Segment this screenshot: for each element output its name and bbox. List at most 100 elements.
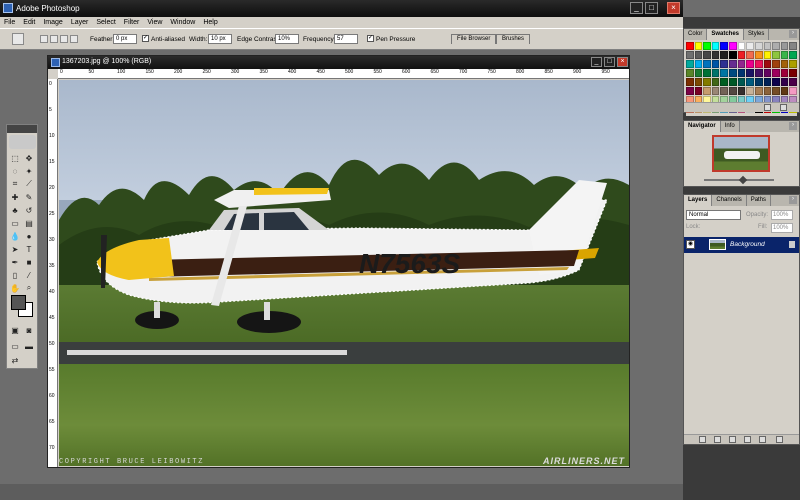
- color-swatch[interactable]: [754, 60, 763, 68]
- hand-tool-icon[interactable]: ✋: [10, 283, 20, 293]
- color-swatch[interactable]: [711, 69, 720, 77]
- move-tool-icon[interactable]: ✥: [24, 153, 34, 163]
- color-swatch[interactable]: [686, 60, 694, 68]
- subtract-selection-icon[interactable]: [60, 35, 68, 43]
- horizontal-ruler[interactable]: 0 50 100 150 200 250 300 350 400 450 500 550 600 650 7…: [58, 69, 629, 79]
- color-swatch[interactable]: [703, 69, 711, 77]
- color-swatch[interactable]: [789, 60, 797, 68]
- color-swatch[interactable]: [780, 69, 789, 77]
- color-swatch[interactable]: [763, 42, 772, 50]
- width-input[interactable]: 10 px: [208, 34, 232, 44]
- color-swatch[interactable]: [729, 78, 737, 86]
- visibility-eye-icon[interactable]: ◉: [686, 240, 695, 249]
- feather-input[interactable]: 0 px: [113, 34, 137, 44]
- color-swatch[interactable]: [694, 78, 703, 86]
- eyedropper-tool-icon[interactable]: ⁄: [24, 270, 34, 280]
- brush-tool-icon[interactable]: ✎: [24, 192, 34, 202]
- color-swatch[interactable]: [703, 42, 711, 50]
- document-close-button[interactable]: ×: [617, 57, 628, 67]
- color-swatch[interactable]: [729, 42, 737, 50]
- type-tool-icon[interactable]: T: [24, 244, 34, 254]
- clone-stamp-tool-icon[interactable]: ♣: [10, 205, 20, 215]
- image-canvas[interactable]: N7563S COPYRIGHT BRUCE LEIBOWITZ AIRLINE…: [59, 80, 629, 466]
- tab-swatches[interactable]: Swatches: [707, 29, 745, 40]
- color-swatch[interactable]: [694, 60, 703, 68]
- slice-tool-icon[interactable]: ⟋: [24, 179, 34, 189]
- color-swatch[interactable]: [703, 60, 711, 68]
- color-swatch[interactable]: [720, 51, 729, 59]
- color-swatch[interactable]: [720, 78, 729, 86]
- pen-pressure-checkbox[interactable]: ✓: [367, 35, 374, 42]
- color-swatch[interactable]: [686, 78, 694, 86]
- color-swatch[interactable]: [763, 87, 772, 95]
- color-swatch[interactable]: [737, 60, 746, 68]
- adjustment-layer-icon[interactable]: [744, 436, 751, 443]
- color-swatch[interactable]: [789, 87, 797, 95]
- blur-tool-icon[interactable]: 💧: [10, 231, 20, 241]
- color-swatch[interactable]: [746, 42, 754, 50]
- color-swatch[interactable]: [686, 51, 694, 59]
- color-swatch[interactable]: [737, 51, 746, 59]
- color-swatch[interactable]: [789, 51, 797, 59]
- color-swatch[interactable]: [754, 42, 763, 50]
- color-swatch[interactable]: [772, 60, 780, 68]
- menu-filter[interactable]: Filter: [124, 19, 140, 26]
- color-swatch[interactable]: [729, 87, 737, 95]
- color-swatch[interactable]: [772, 42, 780, 50]
- restore-button[interactable]: □: [645, 2, 658, 14]
- color-swatch[interactable]: [703, 78, 711, 86]
- photoshop-logo-icon[interactable]: [9, 135, 36, 149]
- color-swatch[interactable]: [694, 42, 703, 50]
- new-swatch-icon[interactable]: [764, 104, 771, 111]
- file-browser-tab[interactable]: File Browser: [451, 34, 497, 44]
- tab-layers[interactable]: Layers: [684, 195, 713, 206]
- color-swatch[interactable]: [694, 69, 703, 77]
- zoom-tool-icon[interactable]: ⌕: [24, 283, 34, 293]
- color-swatch[interactable]: [780, 78, 789, 86]
- menu-help[interactable]: Help: [203, 19, 217, 26]
- color-swatch[interactable]: [686, 42, 694, 50]
- tab-channels[interactable]: Channels: [712, 195, 747, 206]
- foreground-color-swatch[interactable]: [11, 295, 26, 310]
- menu-file[interactable]: File: [4, 19, 15, 26]
- color-swatch[interactable]: [720, 42, 729, 50]
- color-swatch[interactable]: [729, 60, 737, 68]
- dodge-tool-icon[interactable]: ●: [24, 231, 34, 241]
- vertical-ruler[interactable]: 0 5 10 15 20 25 30 35 40 45 50 55 60 65 70: [48, 79, 58, 467]
- color-swatch[interactable]: [694, 87, 703, 95]
- color-swatch[interactable]: [789, 69, 797, 77]
- color-swatch[interactable]: [789, 42, 797, 50]
- shape-tool-icon[interactable]: ■: [24, 257, 34, 267]
- jump-to-imageready-icon[interactable]: ⇄: [10, 355, 20, 365]
- quick-mask-mode-icon[interactable]: ◙: [24, 325, 34, 335]
- gradient-tool-icon[interactable]: ▤: [24, 218, 34, 228]
- color-swatch[interactable]: [703, 87, 711, 95]
- color-swatch[interactable]: [711, 60, 720, 68]
- brushes-tab[interactable]: Brushes: [496, 34, 531, 44]
- tab-info[interactable]: Info: [721, 121, 740, 132]
- antialiased-checkbox[interactable]: ✓: [142, 35, 149, 42]
- color-swatch[interactable]: [746, 87, 754, 95]
- magic-wand-tool-icon[interactable]: ✦: [24, 166, 34, 176]
- tab-navigator[interactable]: Navigator: [684, 121, 721, 132]
- blend-mode-select[interactable]: Normal: [686, 210, 741, 220]
- screen-mode-standard-icon[interactable]: ▭: [10, 341, 20, 351]
- color-swatch[interactable]: [720, 69, 729, 77]
- color-swatch[interactable]: [780, 42, 789, 50]
- minimize-button[interactable]: _: [630, 2, 643, 14]
- color-swatch[interactable]: [754, 51, 763, 59]
- notes-tool-icon[interactable]: ▯: [10, 270, 20, 280]
- color-swatch[interactable]: [703, 51, 711, 59]
- layer-style-icon[interactable]: [699, 436, 706, 443]
- edge-contrast-input[interactable]: 10%: [275, 34, 299, 44]
- healing-brush-tool-icon[interactable]: ✚: [10, 192, 20, 202]
- color-swatch[interactable]: [780, 87, 789, 95]
- color-swatch[interactable]: [754, 69, 763, 77]
- color-swatch[interactable]: [737, 42, 746, 50]
- layer-row-background[interactable]: ◉ Background: [684, 237, 799, 253]
- trash-icon[interactable]: [776, 436, 783, 443]
- tab-color[interactable]: Color: [684, 29, 708, 40]
- add-selection-icon[interactable]: [50, 35, 58, 43]
- color-swatch[interactable]: [737, 69, 746, 77]
- document-minimize-button[interactable]: _: [591, 57, 602, 67]
